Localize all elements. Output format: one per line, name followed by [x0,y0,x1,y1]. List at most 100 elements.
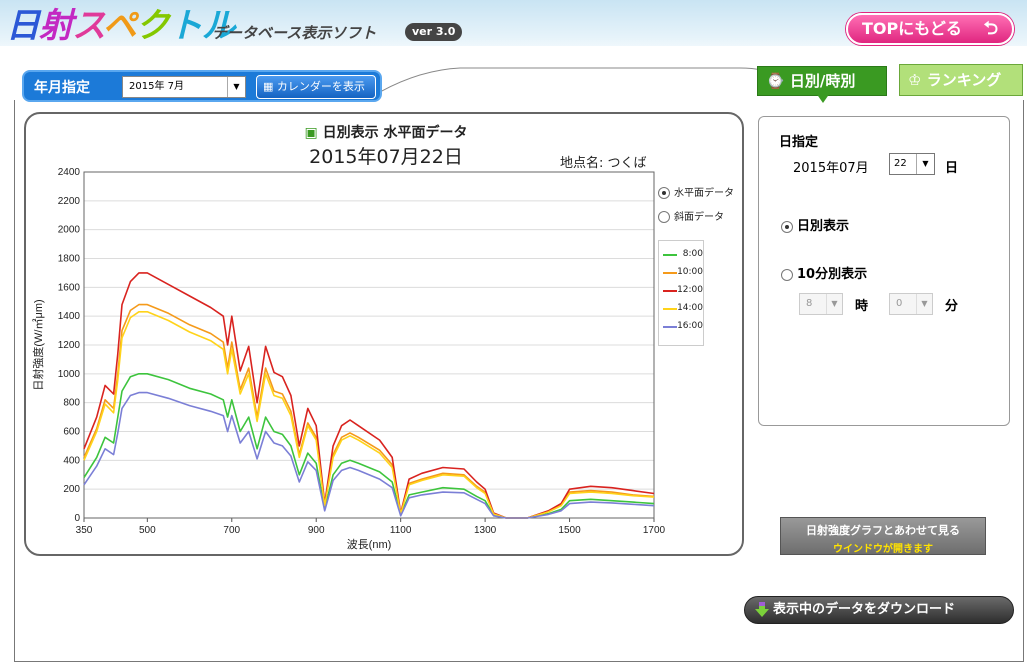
chart-panel: 0 200 400 600 800 1000 1200 1400 1600 1800 2000 220… [24,112,744,556]
legend-label: 16:00 [677,321,703,331]
clock-calendar-icon: ⌚ [766,72,785,90]
chevron-down-icon: ▼ [916,154,934,174]
horizontal-data-label: 水平面データ [674,188,734,199]
ten-minute-display-option[interactable]: 10分別表示 [781,263,867,282]
top-return-label: TOPにもどる [862,19,962,38]
logo-char: 日 [6,6,40,46]
app-logo: 日射スペクトル [6,6,236,46]
horizontal-data-option[interactable]: 水平面データ [658,184,734,199]
radio-selected-icon [658,187,670,199]
legend-swatch [663,308,677,310]
legend-swatch [663,326,677,328]
legend-label: 8:00 [682,249,703,259]
y-tick-label: 200 [63,484,80,495]
ten-minute-display-label: 10分別表示 [797,267,868,282]
day-unit: 日 [945,161,959,176]
chart-location: 地点名: つくば [560,156,647,171]
daily-icon: ▣ [304,125,318,141]
year-month-bar: 年月指定 2015年 7月 ▼ ▦ カレンダーを表示 [22,70,382,102]
return-arrow-icon: ⮌ [983,18,998,39]
y-tick-label: 1400 [58,311,81,322]
crown-icon: ♔ [908,71,922,89]
chevron-down-icon: ▼ [227,77,245,97]
calendar-button[interactable]: ▦ カレンダーを表示 [256,75,376,99]
y-axis-label: 日射強度(W/㎡μm) [31,299,45,390]
legend-entry: 8:00 [663,249,703,261]
download-label: 表示中のデータをダウンロード [773,602,956,617]
legend-entry: 14:00 [663,303,703,315]
daily-display-option[interactable]: 日別表示 [781,215,849,234]
inclined-data-option[interactable]: 斜面データ [658,208,724,223]
hour-unit: 時 [855,299,869,314]
y-tick-label: 1200 [58,340,81,351]
radio-selected-icon [781,220,793,233]
chevron-down-icon: ▼ [826,294,842,314]
day-select[interactable]: 22 ▼ [889,153,935,175]
tab-daily-label: 日別/時別 [789,72,856,90]
chevron-down-icon: ▼ [916,294,932,314]
x-tick-label: 500 [139,525,156,536]
app-subtitle: データベース表示ソフト [212,24,377,42]
tab-ranking[interactable]: ♔ ランキング [899,64,1023,96]
y-tick-label: 1800 [58,254,81,265]
minute-select[interactable]: 0 ▼ [889,293,933,315]
combo-graph-button[interactable]: 日射強度グラフとあわせて見る ウインドウが開きます [780,517,986,555]
chart-legend: 8:00 10:00 12:00 14:00 16:00 [658,240,704,346]
y-tick-label: 800 [63,398,80,409]
y-tick-label: 600 [63,427,80,438]
tab-ranking-label: ランキング [926,71,1002,89]
legend-swatch [663,272,677,274]
x-tick-label: 1500 [558,525,581,536]
logo-char: ク [135,6,170,46]
day-selection-title: 日指定 [779,135,819,150]
x-tick-label: 1700 [643,525,666,536]
version-badge: ver 3.0 [405,23,463,41]
combo-graph-sublabel: ウインドウが開きます [833,544,933,555]
x-tick-label: 900 [308,525,325,536]
day-selection-panel: 日指定 2015年07月 22 ▼ 日 日別表示 10分別表示 8 ▼ 時 0 … [758,116,1010,426]
y-tick-label: 2200 [58,196,81,207]
legend-entry: 16:00 [663,321,703,333]
download-arrow-icon [755,602,769,617]
selected-year-month: 2015年07月 [793,161,869,176]
y-tick-label: 0 [74,513,80,524]
spectrum-chart: 0 200 400 600 800 1000 1200 1400 1600 1800 2000 220… [31,167,666,551]
logo-char: ペ [102,6,137,46]
y-tick-label: 2000 [58,225,81,236]
day-value: 22 [894,158,907,169]
x-tick-label: 1100 [390,525,412,536]
year-month-select[interactable]: 2015年 7月 ▼ [122,76,246,98]
minute-unit: 分 [945,299,959,314]
series-line-1600 [83,391,655,519]
hour-value: 8 [806,298,813,309]
legend-swatch [663,290,677,292]
tab-daily[interactable]: ⌚ 日別/時別 [757,66,887,103]
logo-char: 射 [39,6,73,46]
legend-label: 12:00 [677,285,703,295]
download-button[interactable]: 表示中のデータをダウンロード [744,596,1014,624]
series-line-1200 [83,272,655,519]
x-tick-label: 700 [223,525,240,536]
legend-entry: 10:00 [663,267,703,279]
x-tick-label: 350 [76,525,93,536]
y-tick-label: 1000 [58,369,81,380]
series-line-1400 [83,311,655,519]
y-tick-label: 1600 [58,282,81,293]
radio-unselected-icon [781,268,793,281]
legend-entry: 12:00 [663,285,703,297]
legend-label: 10:00 [677,267,703,277]
y-tick-label: 400 [63,455,80,466]
chart-title: ▣ 日別表示 水平面データ [26,122,746,142]
minute-value: 0 [896,298,903,309]
x-tick-label: 1300 [474,525,497,536]
year-month-label: 年月指定 [34,80,90,96]
hour-select[interactable]: 8 ▼ [799,293,843,315]
combo-graph-label: 日射強度グラフとあわせて見る [806,524,960,537]
chart-title-text: 日別表示 水平面データ [322,125,468,141]
legend-label: 14:00 [677,303,703,313]
legend-swatch [663,254,677,256]
calendar-button-label: カレンダーを表示 [276,80,365,93]
inclined-data-label: 斜面データ [674,212,724,223]
logo-char: ス [72,6,104,46]
series-line-1000 [83,303,655,519]
